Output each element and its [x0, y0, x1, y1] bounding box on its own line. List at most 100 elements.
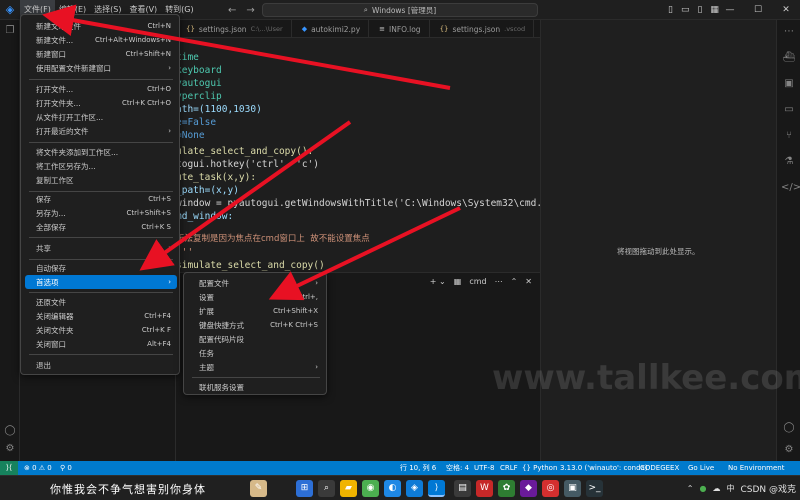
command-center[interactable]: ⌕ Windows [管理员] — [262, 3, 538, 17]
search-icon[interactable]: ⌕ — [318, 480, 335, 497]
toggle-panel-icon[interactable]: ▭ — [681, 5, 690, 15]
menu-item-save-as[interactable]: 另存为... Ctrl+Shift+S — [25, 206, 177, 220]
gear-icon[interactable]: ⚙ — [781, 442, 797, 458]
menu-item-add-folder[interactable]: 将文件夹添加到工作区... — [25, 145, 177, 159]
extensions-icon[interactable]: ▣ — [781, 76, 797, 92]
chevron-up-icon[interactable]: ⌃ — [511, 277, 518, 286]
menu-item-duplicate-workspace[interactable]: 复制工作区 — [25, 173, 177, 187]
menu-item-snippets[interactable]: 配置代码片段 — [188, 332, 324, 346]
docker-icon[interactable]: ⛴ — [781, 50, 797, 66]
menu-item-new-text-file[interactable]: 新建文本文件 Ctrl+N — [25, 19, 177, 33]
gear-icon[interactable]: ⚙ — [3, 442, 17, 456]
browser-icon[interactable]: ◉ — [362, 480, 379, 497]
testing-icon[interactable]: ⚗ — [781, 154, 797, 170]
windows-start-icon[interactable]: ⊞ — [296, 480, 313, 497]
toggle-sidebar-icon[interactable]: ▯ — [668, 5, 673, 15]
more-icon[interactable]: ⋯ — [781, 24, 797, 40]
app-icon[interactable]: ◆ — [520, 480, 537, 497]
code-editor[interactable]: imtime keyboard yautogui yperclip ath=(1… — [176, 38, 540, 272]
code-line: 无法复制是因为焦点在cmd窗口上 故不能设置焦点 — [176, 234, 370, 244]
close-icon[interactable]: ✕ — [772, 0, 800, 20]
menu-item-preferences[interactable]: 首选项 › — [25, 275, 177, 289]
tab-label: settings.json — [198, 24, 247, 34]
vscode-taskbar-icon[interactable]: ⟩ — [428, 480, 445, 497]
app-icon[interactable]: ✎ — [250, 480, 267, 497]
tab-settings-user[interactable]: {} settings.json C:\...\User — [176, 20, 292, 38]
more-icon[interactable]: ⋯ — [495, 277, 503, 286]
app-icon[interactable]: ▣ — [564, 480, 581, 497]
wps-icon[interactable]: W — [476, 480, 493, 497]
encoding-status[interactable]: UTF-8 — [474, 461, 494, 475]
account-icon[interactable]: ◯ — [781, 420, 797, 436]
terminal-profile-icon[interactable]: ▦ — [454, 277, 462, 286]
wechat-icon[interactable]: ● — [699, 484, 706, 493]
add-terminal-icon[interactable]: + ⌄ — [430, 277, 446, 286]
menu-item-auto-save[interactable]: 自动保存 — [25, 261, 177, 275]
app-icon[interactable]: ▤ — [454, 480, 471, 497]
tab-autokimi2[interactable]: ◆ autokimi2.py — [292, 20, 370, 38]
remote-explorer-icon[interactable]: ▭ — [781, 102, 797, 118]
code-icon[interactable]: </> — [781, 180, 800, 196]
minimize-icon[interactable]: — — [716, 0, 744, 20]
code-line: window = pyautogui.getWindowsWithTitle('… — [176, 198, 540, 209]
menu-item-settings[interactable]: 设置 Ctrl+, — [188, 290, 324, 304]
problems-status[interactable]: ⊗ 0 ⚠ 0 — [24, 461, 52, 475]
menu-item-close-window[interactable]: 关闭窗口 Alt+F4 — [25, 337, 177, 351]
menu-item-close-editor[interactable]: 关闭编辑器 Ctrl+F4 — [25, 309, 177, 323]
menu-item-open-recent[interactable]: 打开最近的文件 › — [25, 124, 177, 138]
menu-item-new-window[interactable]: 新建窗口 Ctrl+Shift+N — [25, 47, 177, 61]
menu-item-share[interactable]: 共享 › — [25, 241, 177, 255]
menu-item-profiles[interactable]: 配置文件 › — [188, 276, 324, 290]
cloud-icon[interactable]: ☁ — [712, 484, 720, 493]
code-line: e=False — [176, 117, 217, 128]
account-icon[interactable]: ◯ — [3, 424, 17, 438]
menu-item-exit[interactable]: 退出 — [25, 358, 177, 372]
golive-status[interactable]: Go Live — [688, 461, 714, 475]
menu-item-new-window-profile[interactable]: 使用配置文件新建窗口 › — [25, 61, 177, 75]
environment-status[interactable]: No Environment — [728, 461, 784, 475]
menu-item-open-file[interactable]: 打开文件... Ctrl+O — [25, 82, 177, 96]
remote-icon[interactable]: ⟩⟨ — [0, 461, 18, 475]
forward-arrow-icon[interactable]: → — [246, 5, 254, 16]
edge-icon[interactable]: ◐ — [384, 480, 401, 497]
cursor-position[interactable]: 行 10, 列 6 — [400, 461, 436, 475]
menu-item-keyboard-shortcuts[interactable]: 键盘快捷方式 Ctrl+K Ctrl+S — [188, 318, 324, 332]
terminal-icon[interactable]: >_ — [586, 480, 603, 497]
eol-status[interactable]: CRLF — [500, 461, 518, 475]
menu-item-close-folder[interactable]: 关闭文件夹 Ctrl+K F — [25, 323, 177, 337]
ports-status[interactable]: ⚲ 0 — [60, 461, 72, 475]
menu-item-revert-file[interactable]: 还原文件 — [25, 295, 177, 309]
menu-item-save[interactable]: 保存 Ctrl+S — [25, 192, 177, 206]
tab-info-log[interactable]: ≡ INFO.log — [369, 20, 430, 38]
tab-settings-vscode[interactable]: {} settings.json .vscod — [430, 20, 535, 38]
code-line: ulate_select_and_copy(): — [176, 146, 314, 157]
close-panel-icon[interactable]: ✕ — [525, 277, 532, 286]
indentation-status[interactable]: 空格: 4 — [446, 461, 469, 475]
codegeex-status[interactable]: CODEGEEX — [640, 461, 679, 475]
toggle-secondary-sidebar-icon[interactable]: ▯ — [697, 5, 702, 15]
menu-item-themes[interactable]: 主题 › — [188, 360, 324, 374]
interpreter-status[interactable]: 3.13.0 ('winauto': conda) — [560, 461, 648, 475]
chevron-right-icon: › — [168, 127, 171, 135]
menu-item-save-all[interactable]: 全部保存 Ctrl+K S — [25, 220, 177, 234]
source-control-icon[interactable]: ⑂ — [781, 128, 797, 144]
ime-icon[interactable]: 中 — [726, 483, 734, 494]
menu-item-extensions[interactable]: 扩展 Ctrl+Shift+X — [188, 304, 324, 318]
chevron-up-icon[interactable]: ⌃ — [687, 484, 694, 493]
code-line: =None — [176, 130, 205, 141]
explorer-icon[interactable]: ❐ — [3, 24, 17, 38]
app-icon[interactable]: ✿ — [498, 480, 515, 497]
app-icon[interactable]: ◈ — [406, 480, 423, 497]
back-arrow-icon[interactable]: ← — [228, 5, 236, 16]
menu-item-new-file[interactable]: 新建文件... Ctrl+Alt+Windows+N — [25, 33, 177, 47]
maximize-icon[interactable]: ☐ — [744, 0, 772, 20]
menu-item-save-workspace-as[interactable]: 将工作区另存为... — [25, 159, 177, 173]
menu-item-open-workspace[interactable]: 从文件打开工作区... — [25, 110, 177, 124]
code-line: md_window: — [176, 211, 234, 222]
menu-item-open-folder[interactable]: 打开文件夹... Ctrl+K Ctrl+O — [25, 96, 177, 110]
netease-music-icon[interactable]: ◎ — [542, 480, 559, 497]
file-explorer-icon[interactable]: ▰ — [340, 480, 357, 497]
menu-item-online-services[interactable]: 联机服务设置 — [188, 380, 324, 394]
menu-item-tasks[interactable]: 任务 — [188, 346, 324, 360]
language-status[interactable]: {} Python — [522, 461, 557, 475]
